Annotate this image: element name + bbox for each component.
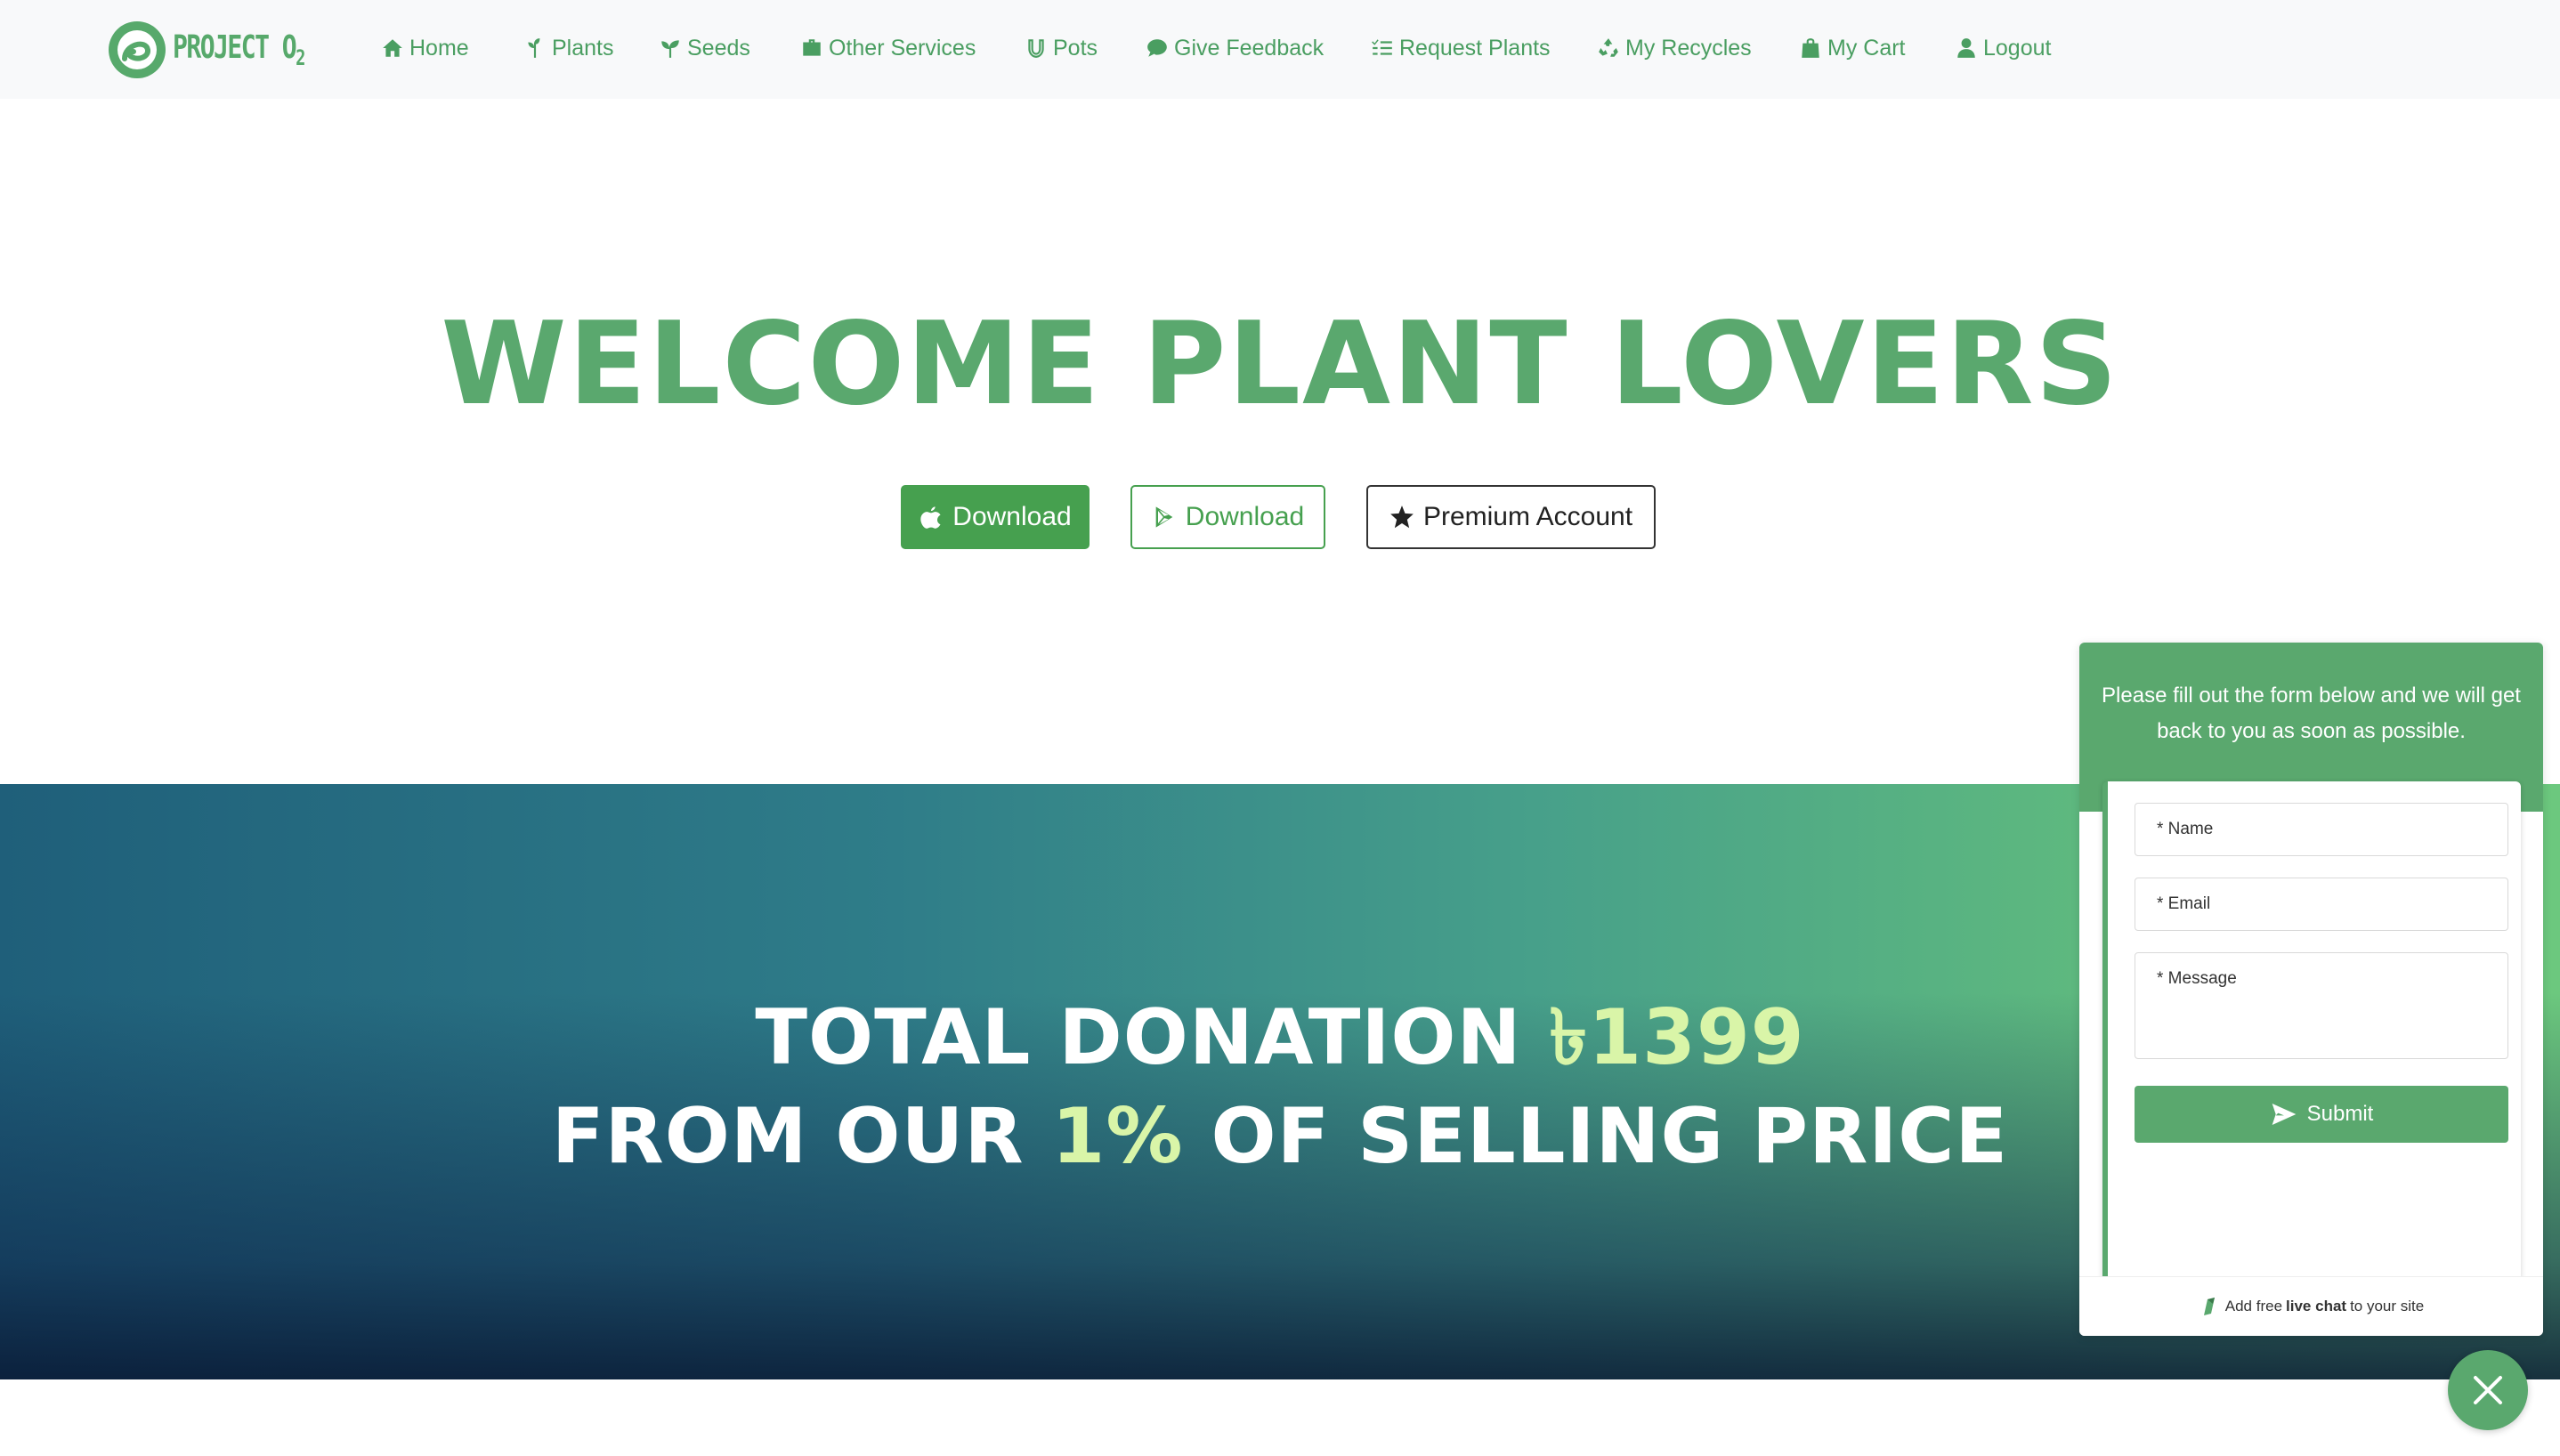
- home-icon: [383, 39, 402, 57]
- name-field[interactable]: * Name: [2135, 803, 2508, 856]
- nav-my-cart-label: My Cart: [1827, 35, 1906, 61]
- donation-percent-suffix: OF SELLING PRICE: [1183, 1092, 2009, 1181]
- nav-feedback-label: Give Feedback: [1174, 35, 1325, 61]
- chat-footer-bold: live chat: [2286, 1298, 2347, 1314]
- nav-other-services[interactable]: Other Services: [800, 28, 976, 68]
- app-store-download-label: Download: [952, 502, 1072, 531]
- nav-my-recycles[interactable]: My Recycles: [1597, 28, 1752, 68]
- logo-mark-icon: [109, 21, 166, 78]
- tidio-logo-icon: [2203, 1298, 2215, 1315]
- email-placeholder: * Email: [2157, 894, 2211, 913]
- donation-percent: 1%: [1051, 1092, 1184, 1181]
- premium-account-label: Premium Account: [1422, 502, 1633, 531]
- chat-close-button[interactable]: [2448, 1350, 2528, 1430]
- name-placeholder: * Name: [2157, 820, 2214, 838]
- donation-percent-prefix: FROM OUR: [551, 1092, 1052, 1181]
- shopping-bag-icon: [1802, 38, 1819, 58]
- google-play-icon: [1155, 506, 1173, 528]
- star-icon: [1390, 506, 1414, 529]
- nav-seeds-label: Seeds: [687, 35, 750, 61]
- nav-plants[interactable]: Plants: [523, 28, 613, 68]
- chat-footer-prefix: Add free: [2224, 1298, 2283, 1314]
- magnet-icon: [1028, 39, 1044, 58]
- nav-my-recycles-label: My Recycles: [1625, 35, 1752, 61]
- chat-footer-suffix: to your site: [2350, 1298, 2425, 1314]
- briefcase-icon: [803, 39, 821, 56]
- nav-pots[interactable]: Pots: [1025, 28, 1098, 68]
- nav-request-plants[interactable]: Request Plants: [1371, 28, 1551, 68]
- user-icon: [1957, 38, 1975, 58]
- premium-account-button[interactable]: Premium Account: [1366, 485, 1656, 549]
- email-field[interactable]: * Email: [2135, 878, 2508, 931]
- nav-plants-label: Plants: [552, 35, 614, 61]
- close-icon: [2474, 1376, 2502, 1404]
- submit-button[interactable]: Submit: [2135, 1086, 2508, 1143]
- nav-request-plants-label: Request Plants: [1399, 35, 1551, 61]
- google-play-download-button[interactable]: Download: [1130, 485, 1325, 549]
- chat-form: * Name * Email * Message Submit: [2102, 781, 2521, 1289]
- nav-feedback[interactable]: Give Feedback: [1146, 28, 1324, 68]
- app-store-download-button[interactable]: Download: [901, 485, 1090, 549]
- google-play-download-label: Download: [1185, 502, 1305, 531]
- nav-seeds[interactable]: Seeds: [659, 28, 750, 68]
- donation-amount: ৳1399: [1549, 993, 1805, 1082]
- seedling-icon: [661, 40, 679, 58]
- nav-pots-label: Pots: [1053, 35, 1098, 61]
- hero-title: WELCOME PLANT LOVERS: [441, 298, 2119, 431]
- donation-total-label: TOTAL DONATION: [755, 993, 1550, 1082]
- chat-intro-message: Please fill out the form below and we wi…: [2102, 684, 2521, 743]
- message-placeholder: * Message: [2157, 969, 2237, 988]
- nav-my-cart[interactable]: My Cart: [1799, 28, 1906, 68]
- message-field[interactable]: * Message: [2135, 952, 2508, 1059]
- submit-label: Submit: [2306, 1102, 2374, 1126]
- recycle-icon: [1599, 38, 1618, 57]
- nav-other-services-label: Other Services: [829, 35, 976, 61]
- paper-plane-icon: [2272, 1104, 2296, 1125]
- plant-icon: [528, 38, 540, 58]
- brand-logo[interactable]: PROJECT O2: [107, 18, 342, 82]
- comment-icon: [1147, 39, 1167, 57]
- navbar: PROJECT O2 Home Plants Seeds Other Servi…: [0, 0, 2560, 99]
- nav-logout-label: Logout: [1983, 35, 2052, 61]
- nav-home-label: Home: [409, 35, 469, 61]
- brand-name: PROJECT O2: [173, 28, 305, 71]
- apple-icon: [920, 506, 941, 529]
- nav-home[interactable]: Home: [381, 28, 469, 68]
- chat-widget: Please fill out the form below and we wi…: [2079, 643, 2543, 1336]
- nav-logout[interactable]: Logout: [1955, 28, 2051, 68]
- list-check-icon: [1372, 39, 1392, 55]
- chat-footer-link[interactable]: Add free live chat to your site: [2079, 1276, 2543, 1336]
